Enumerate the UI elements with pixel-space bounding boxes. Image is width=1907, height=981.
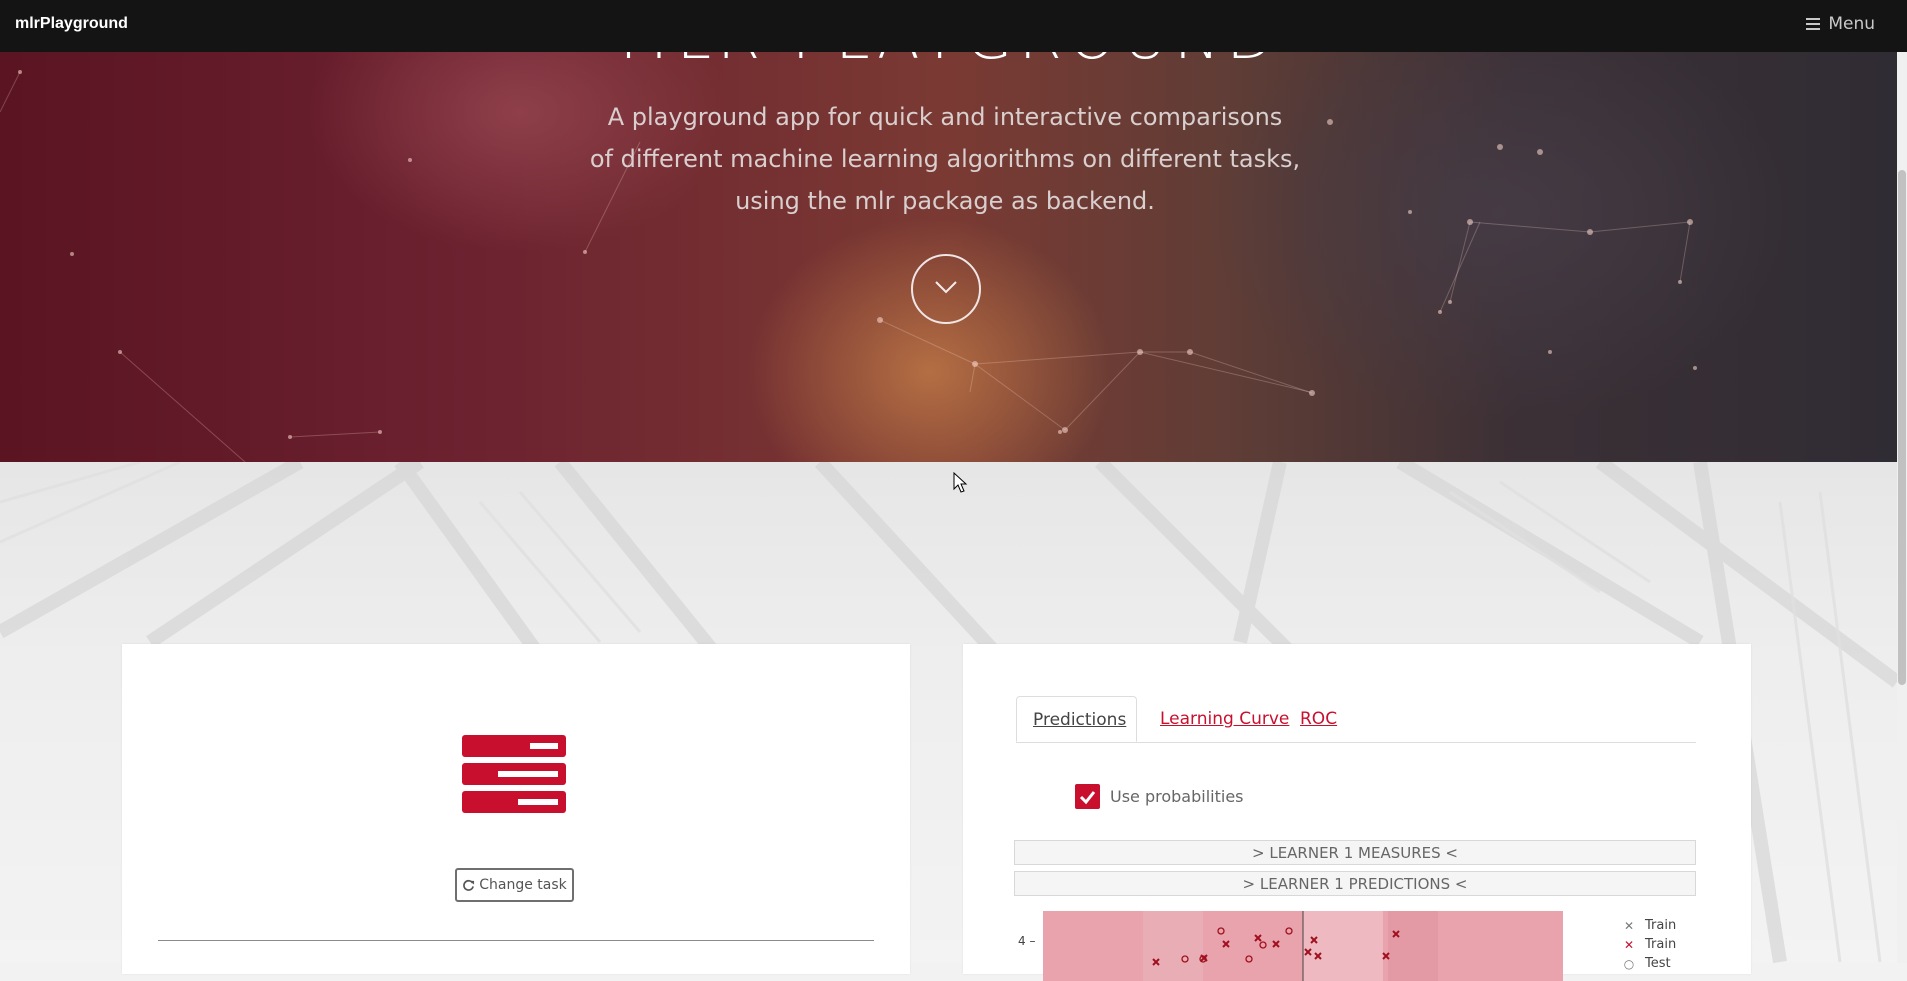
legend-label: Train	[1645, 918, 1677, 933]
x-marker-icon: ✕	[1623, 937, 1635, 952]
checkbox-box[interactable]	[1075, 784, 1100, 809]
tab-predictions[interactable]: Predictions	[1016, 696, 1137, 742]
checkmark-icon	[1079, 791, 1096, 805]
hero-section: MLR PLAYGROUND A playground app for quic…	[0, 52, 1897, 462]
hero-description-line: using the mlr package as backend.	[735, 187, 1155, 215]
x-marker-icon: ✕	[1623, 918, 1635, 933]
plot-legend: ✕ Train ✕ Train ○ Test	[1623, 916, 1676, 973]
prediction-plot-canvas	[1043, 911, 1563, 981]
hamburger-icon	[1806, 18, 1821, 30]
tab-roc[interactable]: ROC	[1284, 696, 1353, 742]
menu-button[interactable]: Menu	[1806, 14, 1875, 34]
use-probabilities-label: Use probabilities	[1110, 787, 1244, 806]
y-axis-tick: 4 –	[1018, 934, 1036, 948]
scrollbar-thumb[interactable]	[1898, 170, 1906, 685]
results-tabs: Predictions Learning Curve ROC	[1016, 696, 1696, 743]
task-card: Change task	[122, 644, 910, 974]
mouse-cursor-icon	[953, 472, 968, 493]
hero-title: MLR PLAYGROUND	[0, 52, 1897, 73]
divider	[158, 940, 874, 941]
menu-label: Menu	[1828, 14, 1875, 34]
hero-description: A playground app for quick and interacti…	[0, 96, 1890, 222]
circle-marker-icon: ○	[1623, 956, 1635, 971]
hero-description-line: of different machine learning algorithms…	[589, 145, 1301, 173]
server-stack-icon	[462, 735, 566, 819]
learner-predictions-toggle[interactable]: > LEARNER 1 PREDICTIONS <	[1014, 871, 1696, 896]
legend-label: Train	[1645, 937, 1677, 952]
tab-learning-curve[interactable]: Learning Curve	[1144, 696, 1305, 742]
learner-measures-toggle[interactable]: > LEARNER 1 MEASURES <	[1014, 840, 1696, 865]
legend-label: Test	[1645, 956, 1671, 971]
legend-item: ✕ Train	[1623, 916, 1676, 935]
refresh-icon	[463, 879, 475, 891]
results-card: Predictions Learning Curve ROC Use proba…	[963, 644, 1751, 981]
prediction-plot	[1043, 911, 1563, 981]
legend-item: ✕ Train	[1623, 935, 1676, 954]
top-navbar: mlrPlayground Menu	[0, 0, 1907, 52]
change-task-label: Change task	[479, 877, 567, 893]
legend-item: ○ Test	[1623, 954, 1676, 973]
chevron-down-icon	[935, 281, 957, 294]
brand-logo[interactable]: mlrPlayground	[15, 15, 128, 33]
use-probabilities-checkbox[interactable]: Use probabilities	[1075, 784, 1244, 809]
page-scrollbar[interactable]	[1897, 52, 1907, 963]
hero-description-line: A playground app for quick and interacti…	[607, 103, 1283, 131]
change-task-button[interactable]: Change task	[455, 868, 574, 902]
scroll-down-button[interactable]	[911, 254, 981, 324]
